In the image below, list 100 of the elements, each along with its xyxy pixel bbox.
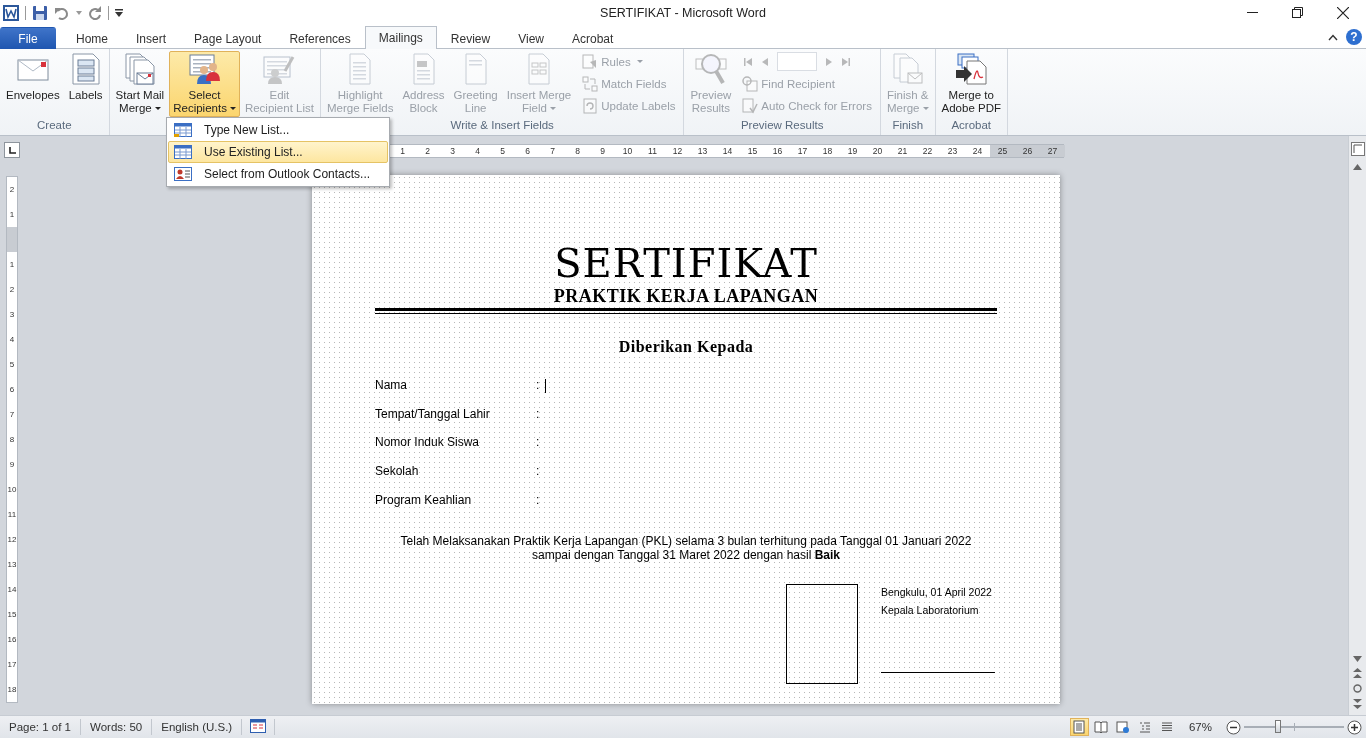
restore-icon[interactable] — [1292, 7, 1303, 18]
slider-thumb[interactable] — [1275, 720, 1281, 733]
field-label: Program Keahlian — [375, 491, 472, 509]
scroll-up-icon[interactable] — [1353, 164, 1362, 170]
ruler-number: 3 — [449, 145, 456, 157]
ruler-number: 26 — [1015, 145, 1040, 157]
proofing-icon[interactable] — [250, 719, 267, 733]
ribbon-tab[interactable]: Acrobat — [557, 28, 628, 49]
browse-object-icon[interactable] — [1353, 684, 1362, 693]
ruler-number: 12 — [7, 534, 17, 546]
ruler-number: 5 — [8, 359, 16, 371]
signatory-title: Kepala Laboratorium — [881, 603, 979, 616]
ribbon-button[interactable]: Select Recipients — [169, 51, 240, 117]
language-status[interactable]: English (U.S.) — [152, 719, 243, 735]
pdf-merge-icon — [955, 53, 988, 85]
ruler-number: 10 — [621, 145, 634, 157]
menu-item[interactable]: Type New List... — [168, 119, 388, 141]
ruler-number: 16 — [771, 145, 784, 157]
ruler-number: 21 — [896, 145, 909, 157]
text-cursor — [545, 378, 547, 393]
ribbon-tab[interactable]: View — [504, 28, 558, 49]
ruler-number: 4 — [474, 145, 481, 157]
tab-stop-button[interactable] — [4, 142, 20, 158]
previous-page-icon[interactable] — [1353, 668, 1362, 678]
ruler-number: 17 — [796, 145, 809, 157]
outline-view-icon — [1138, 720, 1153, 734]
table-icon — [174, 145, 192, 159]
reading-view-icon — [1094, 720, 1109, 734]
field-label: Tempat/Tanggal Lahir — [375, 405, 490, 423]
menu-item[interactable]: Use Existing List... — [168, 141, 388, 163]
document-icon — [411, 53, 436, 85]
word-count[interactable]: Words: 50 — [81, 719, 153, 735]
ribbon-button[interactable]: Envelopes — [2, 51, 64, 117]
web-layout-icon — [1116, 720, 1131, 734]
place-date: Bengkulu, 01 April 2022 — [881, 585, 992, 598]
certificate-title: SERTIFIKAT — [553, 243, 819, 283]
ruler-number: 1 — [399, 145, 406, 157]
documents-icon — [891, 53, 924, 85]
ruler-number: 24 — [971, 145, 984, 157]
document-icon — [463, 53, 488, 85]
collapse-ribbon-icon[interactable] — [1328, 33, 1338, 41]
ruler-number: 15 — [746, 145, 759, 157]
zoom-level[interactable]: 67% — [1188, 721, 1212, 733]
word-logo-icon — [3, 5, 19, 21]
ruler-number: 20 — [871, 145, 884, 157]
field-separator: : — [536, 406, 540, 421]
label-sheet-icon — [69, 53, 102, 85]
ruler-number: 25 — [990, 145, 1015, 157]
close-icon[interactable] — [1337, 7, 1349, 19]
help-button[interactable]: ? — [1346, 29, 1362, 45]
ribbon-tab[interactable]: Mailings — [364, 26, 437, 49]
save-icon[interactable] — [32, 5, 48, 21]
ruler-number: 9 — [8, 459, 16, 471]
ruler-number: 14 — [721, 145, 734, 157]
match-fields-icon — [582, 75, 599, 92]
ribbon-tab[interactable]: References — [275, 28, 365, 49]
file-tab[interactable]: File — [0, 27, 56, 49]
customize-toolbar-icon[interactable] — [115, 9, 123, 17]
ribbon-tab[interactable]: Insert — [122, 28, 181, 49]
documents-icon — [123, 53, 156, 85]
ribbon-tab[interactable]: Page Layout — [180, 28, 276, 49]
field-label: Sekolah — [375, 463, 419, 481]
field-separator: : — [536, 435, 540, 450]
ruler-number: 7 — [8, 409, 16, 421]
print-layout-icon — [1072, 720, 1087, 734]
menu-item[interactable]: Select from Outlook Contacts... — [168, 163, 388, 185]
ruler-number: 15 — [7, 609, 17, 621]
caret-down-icon[interactable] — [76, 11, 82, 15]
page-count[interactable]: Page: 1 of 1 — [0, 719, 82, 735]
ruler-number: 16 — [7, 634, 17, 646]
group-label: Acrobat — [951, 119, 992, 131]
ruler-number: 6 — [8, 384, 16, 396]
next-page-icon[interactable] — [1353, 699, 1362, 709]
ruler-number: 7 — [549, 145, 556, 157]
zoom-out-icon[interactable] — [1226, 719, 1241, 735]
tab-stop-icon — [8, 146, 16, 154]
field-separator: : — [536, 464, 540, 479]
ruler-number: 18 — [7, 684, 17, 696]
ribbon-button[interactable]: Start Mail Merge — [111, 51, 169, 117]
undo-icon[interactable] — [54, 5, 70, 21]
ribbon-tab[interactable]: Home — [62, 28, 122, 49]
ruler-number: 2 — [424, 145, 431, 157]
ribbon-button[interactable]: Merge to Adobe PDF — [937, 51, 1005, 117]
ruler-number: 3 — [8, 309, 16, 321]
ribbon-tab[interactable]: Review — [436, 28, 505, 49]
ribbon-button[interactable]: Labels — [64, 51, 107, 117]
view-button[interactable] — [1091, 718, 1111, 736]
view-ruler-icon[interactable] — [1350, 142, 1365, 156]
ruler-number: 27 — [1040, 145, 1065, 157]
field-label: Nama — [375, 377, 407, 394]
view-button[interactable] — [1069, 718, 1089, 736]
zoom-in-icon[interactable] — [1347, 719, 1362, 735]
ruler-number: 2 — [8, 184, 16, 196]
section-heading: Diberikan Kepada — [617, 338, 755, 356]
find-recipient-icon — [742, 75, 759, 92]
redo-icon[interactable] — [88, 6, 102, 20]
scroll-down-icon[interactable] — [1353, 656, 1362, 662]
group-label: Write & Insert Fields — [450, 119, 554, 131]
field-label: Nomor Induk Siswa — [375, 434, 480, 452]
field-separator: : — [536, 492, 540, 507]
